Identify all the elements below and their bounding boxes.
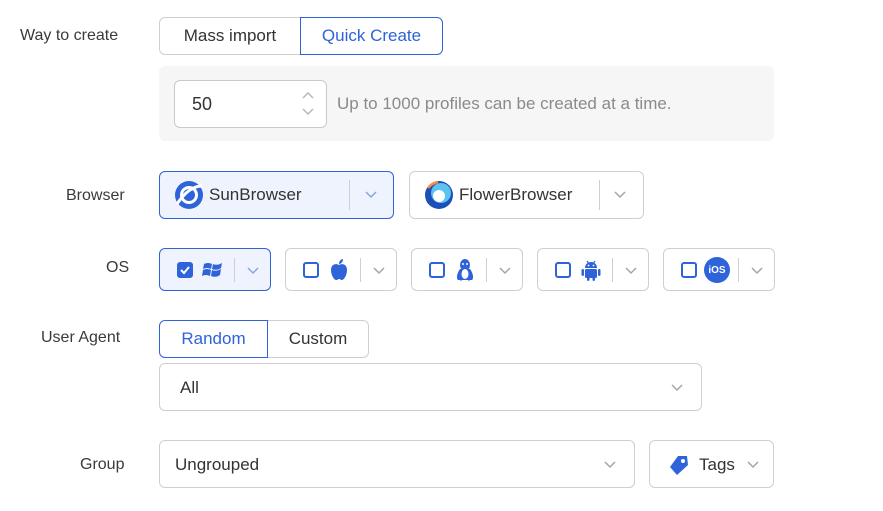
decrement-icon[interactable] bbox=[302, 107, 314, 117]
way-to-create-label: Way to create bbox=[20, 27, 119, 44]
flowerbrowser-name: FlowerBrowser bbox=[459, 185, 573, 204]
tags-select[interactable]: Tags bbox=[649, 440, 774, 488]
user-agent-value: All bbox=[180, 378, 199, 397]
apple-icon bbox=[331, 259, 347, 280]
os-option-ios[interactable]: iOS bbox=[663, 248, 775, 291]
checkbox[interactable] bbox=[303, 262, 319, 278]
way-to-create-toggle: Mass import Quick Create bbox=[159, 17, 443, 55]
tag-icon bbox=[670, 456, 688, 475]
browser-label: Browser bbox=[66, 187, 125, 204]
checkbox[interactable] bbox=[429, 262, 445, 278]
chevron-down-icon[interactable] bbox=[670, 382, 684, 392]
sunbrowser-icon bbox=[175, 181, 203, 209]
profile-limit-hint: Up to 1000 profiles can be created at a … bbox=[337, 94, 672, 113]
mass-import-button[interactable]: Mass import bbox=[159, 17, 301, 55]
flowerbrowser-icon bbox=[425, 180, 453, 209]
os-option-windows[interactable] bbox=[159, 248, 271, 291]
group-label: Group bbox=[80, 456, 125, 473]
tags-label: Tags bbox=[699, 455, 735, 474]
os-option-android[interactable] bbox=[537, 248, 649, 291]
checkbox-checked[interactable] bbox=[177, 262, 193, 278]
linux-icon bbox=[456, 259, 474, 281]
chevron-down-icon[interactable] bbox=[613, 189, 627, 199]
increment-icon[interactable] bbox=[302, 90, 314, 100]
group-select[interactable]: Ungrouped bbox=[159, 440, 635, 488]
sunbrowser-option[interactable]: SunBrowser bbox=[159, 171, 394, 219]
checkbox[interactable] bbox=[681, 262, 697, 278]
windows-icon bbox=[202, 263, 222, 277]
flowerbrowser-option[interactable]: FlowerBrowser bbox=[409, 171, 644, 219]
sunbrowser-name: SunBrowser bbox=[209, 185, 302, 204]
user-agent-toggle: Random Custom bbox=[159, 320, 369, 358]
profile-count-value: 50 bbox=[192, 94, 213, 114]
random-button[interactable]: Random bbox=[159, 320, 268, 358]
quick-create-panel: 50 Up to 1000 profiles can be created at… bbox=[159, 66, 774, 141]
chevron-down-icon[interactable] bbox=[750, 265, 764, 275]
checkbox[interactable] bbox=[555, 262, 571, 278]
os-label: OS bbox=[106, 259, 130, 276]
profile-count-stepper[interactable]: 50 bbox=[174, 80, 327, 128]
ios-icon: iOS bbox=[704, 257, 730, 283]
chevron-down-icon[interactable] bbox=[603, 459, 617, 469]
chevron-down-icon[interactable] bbox=[746, 459, 760, 469]
os-option-linux[interactable] bbox=[411, 248, 523, 291]
quick-create-button[interactable]: Quick Create bbox=[300, 17, 443, 55]
user-agent-label: User Agent bbox=[41, 329, 121, 346]
android-icon bbox=[581, 260, 601, 281]
custom-button[interactable]: Custom bbox=[267, 320, 369, 358]
user-agent-select[interactable]: All bbox=[159, 363, 702, 411]
ios-icon-label: iOS bbox=[708, 264, 726, 276]
group-value: Ungrouped bbox=[175, 455, 260, 474]
chevron-down-icon[interactable] bbox=[246, 265, 260, 275]
chevron-down-icon[interactable] bbox=[624, 265, 638, 275]
chevron-down-icon[interactable] bbox=[372, 265, 386, 275]
chevron-down-icon[interactable] bbox=[498, 265, 512, 275]
chevron-down-icon[interactable] bbox=[364, 189, 378, 199]
os-option-macos[interactable] bbox=[285, 248, 397, 291]
